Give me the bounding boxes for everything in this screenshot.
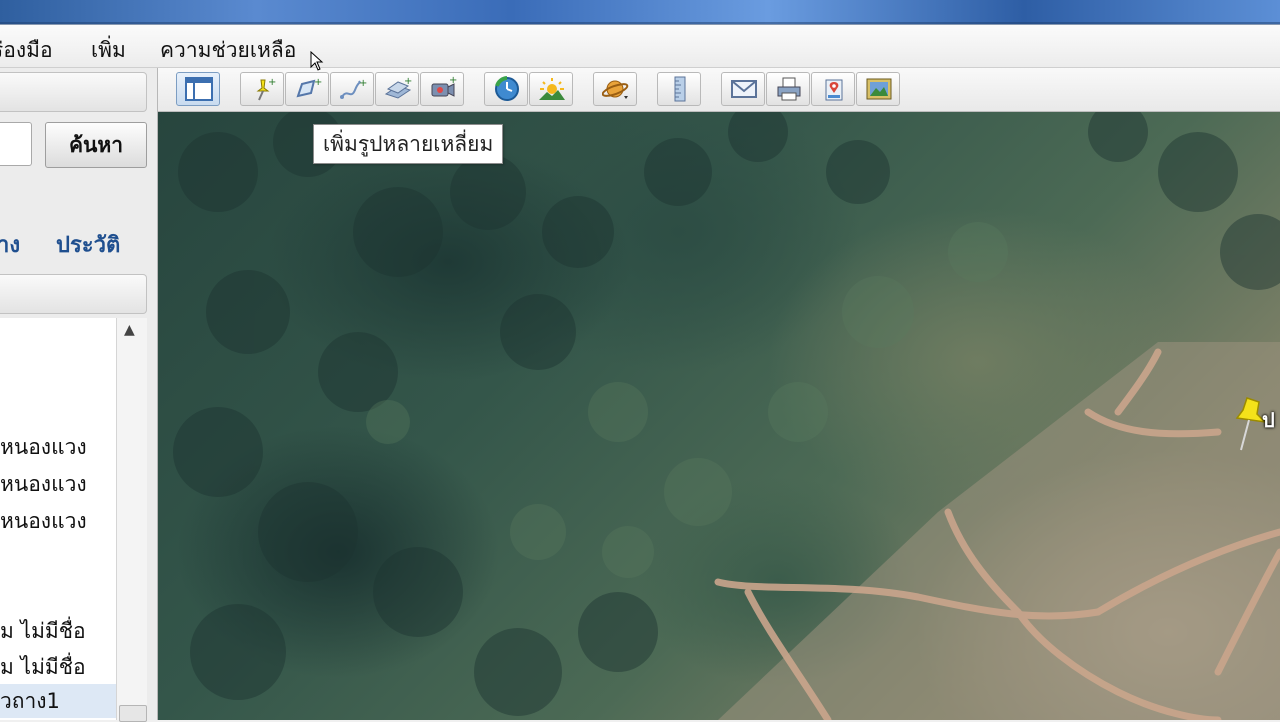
sunlight-button[interactable]	[529, 72, 573, 106]
sidebar-toggle-button[interactable]	[176, 72, 220, 106]
add-path-icon: +	[340, 78, 367, 99]
map-imagery	[173, 112, 1280, 720]
add-image-overlay-icon: +	[384, 76, 412, 99]
map-view[interactable]: ป	[158, 112, 1280, 720]
sidebar-panel: ค้นหา าง ประวัติ หนองแวง หนองแวง หนองแวง…	[0, 68, 158, 722]
historical-imagery-button[interactable]	[484, 72, 528, 106]
add-placemark-button[interactable]: +	[240, 72, 284, 106]
add-polygon-icon: +	[296, 77, 322, 98]
search-button[interactable]: ค้นหา	[45, 122, 147, 168]
add-path-button[interactable]: +	[330, 72, 374, 106]
toolbar-tooltip: เพิ่มรูปหลายเหลี่ยม	[313, 124, 504, 164]
svg-text:+: +	[404, 76, 412, 87]
places-list: หนองแวง หนองแวง หนองแวง ม ไม่มีชื่อ ม ไม…	[0, 318, 116, 720]
sidebar-toggle-icon	[185, 77, 213, 101]
view-in-maps-button[interactable]	[811, 72, 855, 106]
list-item[interactable]: ม ไม่มีชื่อ	[0, 651, 86, 684]
ruler-icon	[674, 76, 686, 102]
list-item[interactable]: หนองแวง	[0, 468, 87, 501]
tab-history[interactable]: ประวัติ	[56, 227, 120, 262]
record-tour-button[interactable]: +	[420, 72, 464, 106]
search-input[interactable]	[0, 122, 32, 166]
svg-text:+: +	[359, 78, 367, 89]
planet-icon	[602, 80, 629, 99]
search-panel-header[interactable]	[0, 72, 147, 112]
mouse-cursor-icon	[310, 51, 324, 71]
print-button[interactable]	[766, 72, 810, 106]
ruler-button[interactable]	[657, 72, 701, 106]
planet-switch-button[interactable]	[593, 72, 637, 106]
view-in-maps-icon	[825, 79, 843, 101]
add-placemark-icon: +	[256, 77, 276, 101]
sunlight-icon	[539, 78, 565, 100]
svg-text:+: +	[314, 77, 322, 88]
places-scrollbar[interactable]: ▲	[116, 318, 147, 722]
scroll-up-arrow-icon[interactable]: ▲	[124, 322, 135, 338]
add-polygon-button[interactable]: +	[285, 72, 329, 106]
menu-bar: ร่องมือ เพิ่ม ความช่วยเหลือ	[0, 25, 1280, 68]
svg-text:+: +	[268, 77, 276, 88]
list-item[interactable]: หนองแวง	[0, 505, 87, 538]
list-item-selected[interactable]: วถาง1	[0, 684, 116, 718]
list-item[interactable]: ม ไม่มีชื่อ	[0, 615, 86, 648]
list-item[interactable]: หนองแวง	[0, 431, 87, 464]
svg-text:+: +	[449, 76, 457, 86]
record-tour-icon: +	[431, 76, 457, 97]
save-image-icon	[866, 78, 892, 100]
desktop-background-strip	[0, 0, 1280, 24]
places-panel-header[interactable]	[0, 274, 147, 314]
historical-imagery-icon	[495, 76, 519, 101]
print-icon	[777, 77, 801, 101]
menu-add[interactable]: เพิ่ม	[91, 34, 126, 67]
email-button[interactable]	[721, 72, 765, 106]
email-icon	[731, 80, 757, 98]
add-image-overlay-button[interactable]: +	[375, 72, 419, 106]
scrollbar-thumb[interactable]	[119, 705, 147, 722]
toolbar: + + + + +	[158, 68, 1280, 112]
menu-help[interactable]: ความช่วยเหลือ	[160, 34, 296, 67]
tab-directions[interactable]: าง	[0, 227, 20, 262]
placemark-label[interactable]: ป	[1262, 404, 1275, 436]
menu-tools[interactable]: ร่องมือ	[0, 34, 53, 67]
save-image-button[interactable]	[856, 72, 900, 106]
